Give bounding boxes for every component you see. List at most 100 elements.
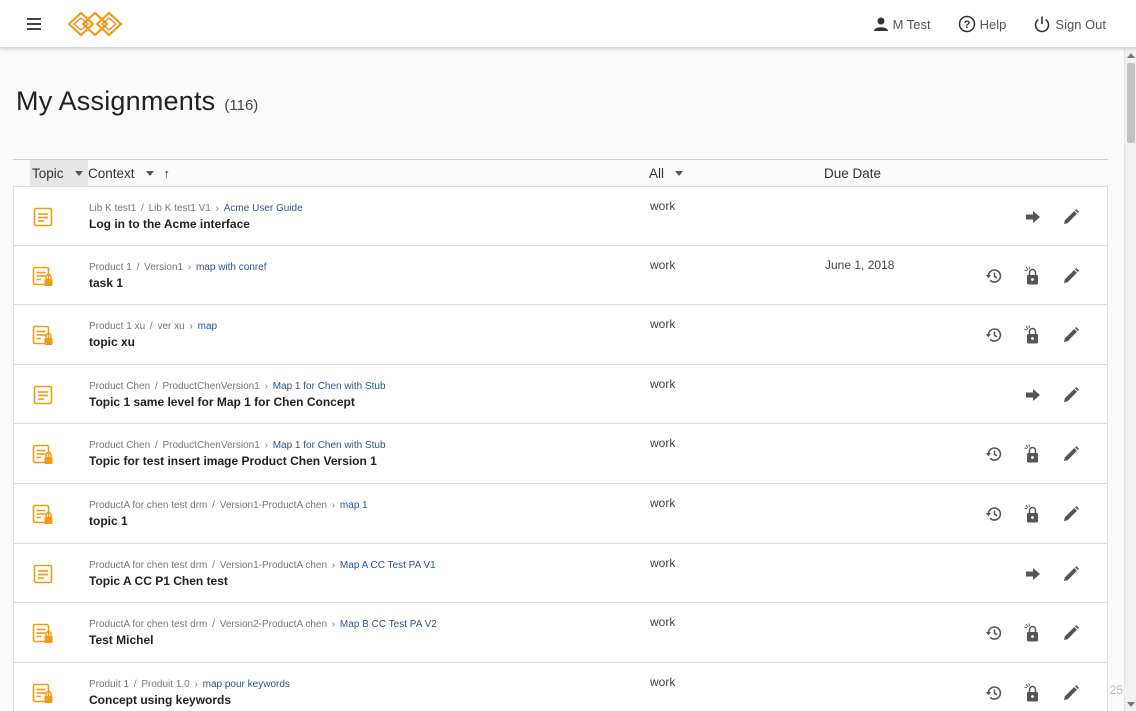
history-icon[interactable] [983,265,1005,287]
status-text: work [650,317,676,332]
scroll-down-icon[interactable] [1127,702,1135,707]
unlock-icon[interactable] [1022,503,1044,525]
context-breadcrumb: Product Chen / ProductChenVersion1 › Map… [89,381,386,392]
context-map-link[interactable]: map 1 [340,500,368,511]
table-row[interactable]: ProductA for chen test drm / Version1-Pr… [13,543,1108,604]
table-row[interactable]: Product Chen / ProductChenVersion1 › Map… [13,424,1108,484]
table-row[interactable]: Product 1 / Version1 › map with conref ta… [13,245,1108,306]
context-map-link[interactable]: Map 1 for Chen with Stub [273,440,386,451]
status-text: work [650,615,676,630]
context-map-link[interactable]: map [198,321,217,332]
topic-icon [32,563,54,585]
hamburger-menu-icon[interactable] [25,15,45,33]
topic-title[interactable]: Topic 1 same level for Map 1 for Chen Co… [89,395,386,409]
topic-title[interactable]: topic xu [89,335,217,349]
history-icon[interactable] [983,324,1005,346]
history-icon[interactable] [983,503,1005,525]
context-breadcrumb: ProductA for chen test drm / Version1-Pr… [89,560,436,571]
row-text: Produit 1 / Produit 1.0 › map pour keywo… [89,679,290,707]
open-arrow-icon[interactable] [1022,206,1044,228]
context-breadcrumb: Product Chen / ProductChenVersion1 › Map… [89,440,386,451]
edit-pencil-icon[interactable] [1060,206,1082,228]
table-row[interactable]: Product Chen / ProductChenVersion1 › Map… [13,364,1108,425]
edit-pencil-icon[interactable] [1060,563,1082,585]
chevron-down-icon[interactable] [145,170,154,176]
context-map-link[interactable]: Map B CC Test PA V2 [340,619,437,630]
context-map-link[interactable]: map with conref [196,262,267,273]
context-breadcrumb: ProductA for chen test drm / Version1-Pr… [89,500,368,511]
context-column-header[interactable]: Context ↑ [88,160,170,186]
context-product: Product 1 [89,261,132,273]
context-version: ProductChenVersion1 [162,440,260,452]
context-product: Product Chen [89,380,151,392]
context-product: Product 1 xu [89,321,146,333]
topic-title[interactable]: Log in to the Acme interface [89,217,303,231]
context-map-link[interactable]: Map A CC Test PA V1 [340,560,436,571]
chevron-right-icon: › [329,499,338,511]
page-title: My Assignments (116) [16,86,258,117]
context-version: Produit 1.0 [141,678,190,690]
edit-pencil-icon[interactable] [1060,384,1082,406]
history-icon[interactable] [983,622,1005,644]
history-icon[interactable] [983,682,1005,704]
edit-pencil-icon[interactable] [1060,443,1082,465]
help-icon: ? [958,15,975,33]
context-map-link[interactable]: map pour keywords [203,679,290,690]
chevron-down-icon[interactable] [74,170,83,176]
open-arrow-icon[interactable] [1022,384,1044,406]
help-link[interactable]: ? Help [958,15,1007,33]
context-version: Version1-ProductA chen [219,499,328,511]
table-row[interactable]: Lib K test1 / Lib K test1 V1 › Acme User… [13,186,1108,246]
locked-topic-icon [32,622,54,644]
user-menu[interactable]: M Test [873,17,931,32]
row-text: ProductA for chen test drm / Version1-Pr… [89,560,436,588]
history-icon[interactable] [983,443,1005,465]
table-row[interactable]: Product 1 xu / ver xu › map topic xu work [13,305,1108,365]
locked-topic-icon [32,324,54,346]
chevron-down-icon[interactable] [675,170,684,176]
breadcrumb-separator: / [147,321,156,333]
edit-pencil-icon[interactable] [1060,265,1082,287]
context-map-link[interactable]: Map 1 for Chen with Stub [273,381,386,392]
chevron-right-icon: › [191,678,201,690]
row-text: Lib K test1 / Lib K test1 V1 › Acme User… [89,203,303,231]
context-version: Version2-ProductA chen [219,619,328,631]
topic-title[interactable]: task 1 [89,276,267,290]
topic-title[interactable]: Topic for test insert image Product Chen… [89,454,386,468]
sign-out-link[interactable]: Sign Out [1033,15,1106,33]
help-label: Help [979,16,1007,32]
top-app-bar: M Test ? Help Sign Out [0,0,1136,48]
table-row[interactable]: ProductA for chen test drm / Version1-Pr… [13,483,1108,544]
table-row[interactable]: Produit 1 / Produit 1.0 › map pour keywo… [13,662,1108,711]
sort-ascending-icon[interactable]: ↑ [164,166,171,181]
edit-pencil-icon[interactable] [1060,682,1082,704]
topic-column-header[interactable]: Topic [30,160,88,186]
topic-title[interactable]: topic 1 [89,514,368,528]
status-text: work [650,674,676,689]
unlock-icon[interactable] [1022,265,1044,287]
scroll-thumb[interactable] [1127,63,1135,143]
topic-title[interactable]: Concept using keywords [89,693,290,707]
topic-title[interactable]: Test Michel [89,633,437,647]
unlock-icon[interactable] [1022,443,1044,465]
context-breadcrumb: Lib K test1 / Lib K test1 V1 › Acme User… [89,203,303,214]
topic-title[interactable]: Topic A CC P1 Chen test [89,574,436,588]
assignment-list: Lib K test1 / Lib K test1 V1 › Acme User… [13,186,1108,711]
status-filter-dropdown[interactable]: All [649,160,684,186]
scroll-up-icon[interactable] [1127,53,1135,58]
sign-out-label: Sign Out [1055,16,1106,32]
due-date-column-header[interactable]: Due Date [824,160,881,186]
unlock-icon[interactable] [1022,324,1044,346]
corner-number: 25 [1109,683,1123,697]
edit-pencil-icon[interactable] [1060,503,1082,525]
table-row[interactable]: ProductA for chen test drm / Version2-Pr… [13,603,1108,663]
unlock-icon[interactable] [1022,682,1044,704]
open-arrow-icon[interactable] [1022,563,1044,585]
unlock-icon[interactable] [1022,622,1044,644]
context-map-link[interactable]: Acme User Guide [224,203,303,214]
edit-pencil-icon[interactable] [1060,622,1082,644]
edit-pencil-icon[interactable] [1060,324,1082,346]
context-version: Lib K test1 V1 [148,203,211,214]
page-scrollbar[interactable] [1124,49,1136,711]
brand-logo[interactable] [66,10,124,38]
